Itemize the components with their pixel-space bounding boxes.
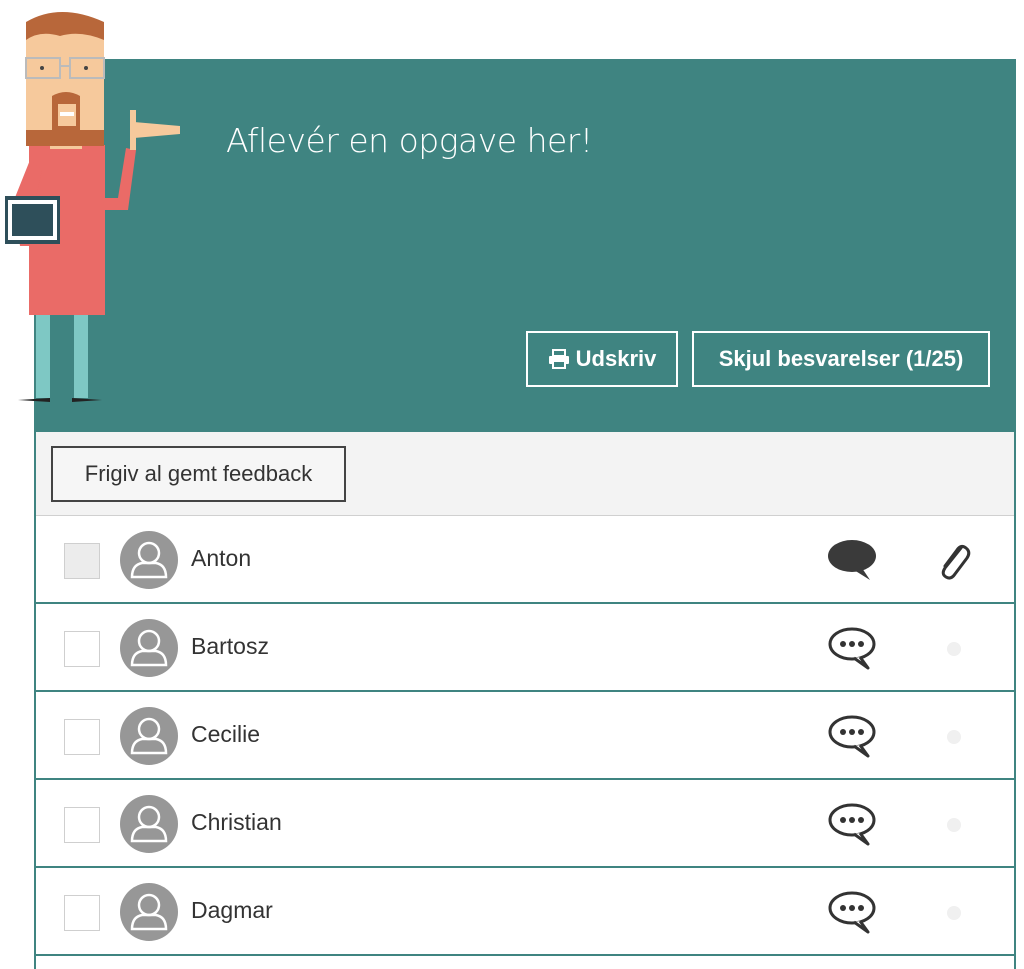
attachment-placeholder (947, 730, 961, 744)
student-row[interactable]: Anton (36, 516, 1014, 604)
user-icon (120, 707, 178, 765)
student-name: Bartosz (191, 633, 269, 659)
student-list: Anton Bartosz Cecilie Christian Dagmar (36, 516, 1014, 956)
printer-icon (548, 349, 570, 369)
row-checkbox[interactable] (64, 719, 100, 755)
user-icon (120, 531, 178, 589)
comment-dots-icon[interactable] (826, 890, 878, 936)
hide-submissions-button[interactable]: Skjul besvarelser (1/25) (692, 331, 990, 387)
comment-dots-icon[interactable] (826, 714, 878, 760)
comment-dots-icon[interactable] (826, 626, 878, 672)
row-checkbox[interactable] (64, 895, 100, 931)
attachment-placeholder (947, 818, 961, 832)
user-icon (120, 795, 178, 853)
paperclip-icon[interactable] (931, 538, 975, 582)
student-row[interactable]: Cecilie (36, 692, 1014, 780)
student-name: Dagmar (191, 897, 273, 923)
row-checkbox[interactable] (64, 807, 100, 843)
student-row[interactable]: Bartosz (36, 604, 1014, 692)
student-name: Christian (191, 809, 282, 835)
student-name: Cecilie (191, 721, 261, 747)
mascot-illustration (5, 12, 180, 402)
user-icon (120, 619, 178, 677)
print-button-label: Udskriv (575, 346, 657, 371)
print-button[interactable]: Udskriv (526, 331, 678, 387)
row-checkbox[interactable] (64, 631, 100, 667)
comment-dots-icon[interactable] (826, 802, 878, 848)
attachment-placeholder (947, 906, 961, 920)
student-row[interactable]: Christian (36, 780, 1014, 868)
student-name: Anton (191, 545, 252, 571)
comment-filled-icon[interactable] (826, 538, 878, 584)
student-row[interactable]: Dagmar (36, 868, 1014, 956)
page-title: Aflevér en opgave her! (226, 121, 593, 160)
release-feedback-button[interactable]: Frigiv al gemt feedback (51, 446, 346, 502)
toolbar: Frigiv al gemt feedback (36, 432, 1014, 516)
user-icon (120, 883, 178, 941)
row-checkbox (64, 543, 100, 579)
attachment-placeholder (947, 642, 961, 656)
